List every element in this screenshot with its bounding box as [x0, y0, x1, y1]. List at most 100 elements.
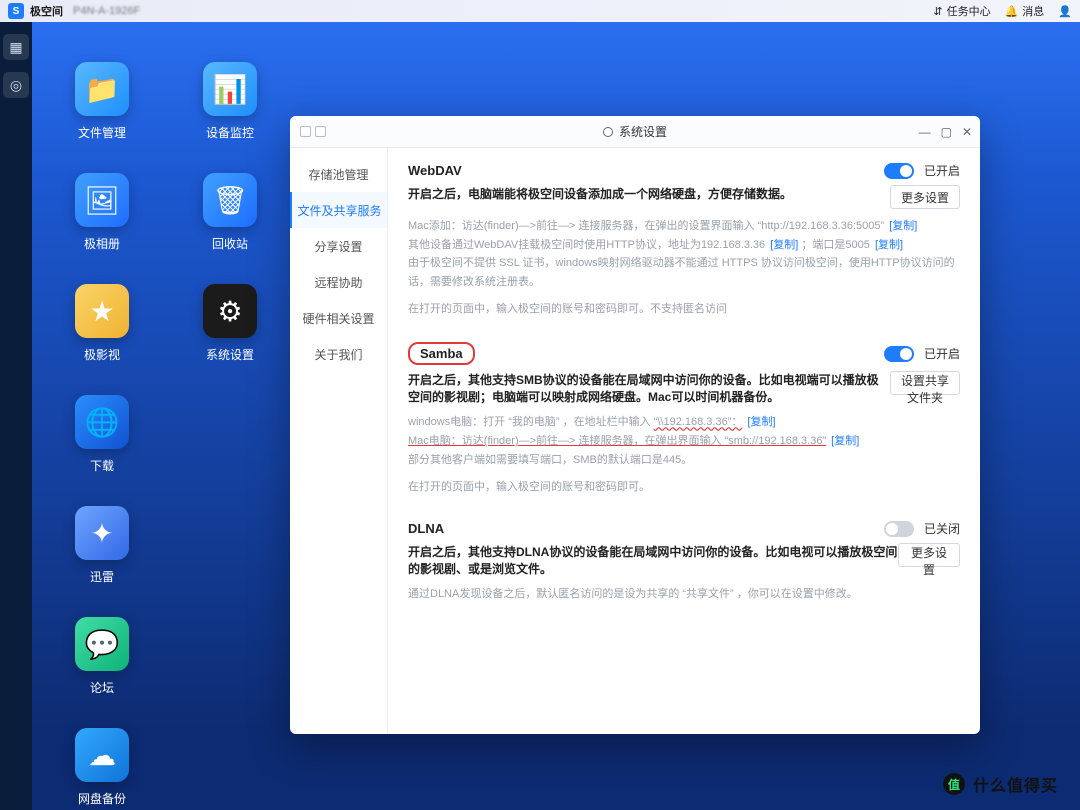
samba-state: 已开启: [924, 345, 960, 362]
side-share[interactable]: 文件及共享服务: [290, 192, 387, 228]
samba-help2-addr: “smb://192.168.3.36”: [725, 435, 827, 447]
samba-help1-copy[interactable]: [复制]: [747, 416, 775, 428]
avatar-icon: 👤: [1058, 5, 1072, 18]
watermark-text: 什么值得买: [973, 772, 1058, 796]
brand-name: 极空间: [30, 3, 63, 19]
file-manager-icon[interactable]: 📁 文件管理: [75, 62, 129, 141]
window-title: 系统设置: [290, 123, 980, 140]
samba-help1-addr: “\\192.168.3.36”：: [654, 416, 743, 428]
settings-content: WebDAV 已开启 开启之后，电脑端能将极空间设备添加成一个网络硬盘，方便存储…: [388, 148, 980, 734]
webdav-help1: Mac添加：访达(finder)—>前往—> 连接服务器，在弹出的设置界面输入 …: [408, 220, 887, 232]
forum-icon-label: 论坛: [90, 679, 114, 696]
webdav-help2-copy2[interactable]: [复制]: [875, 239, 903, 251]
cloud-backup-icon-label: 网盘备份: [78, 790, 126, 807]
thunder-icon-glyph: ✦: [75, 506, 129, 560]
download-icon-glyph: 🌐: [75, 395, 129, 449]
settings-sidebar: 存储池管理文件及共享服务分享设置远程协助硬件相关设置关于我们: [290, 148, 388, 734]
album-icon[interactable]: 🖼 极相册: [75, 173, 129, 252]
webdav-toggle[interactable]: [884, 163, 914, 179]
window-title-gear-icon: [603, 127, 613, 137]
system-settings-window: 系统设置 — ▢ ✕ 存储池管理文件及共享服务分享设置远程协助硬件相关设置关于我…: [290, 116, 980, 734]
dock-apps-icon[interactable]: ▦: [3, 34, 29, 60]
samba-title: Samba: [408, 342, 475, 365]
samba-help2-copy[interactable]: [复制]: [831, 435, 859, 447]
samba-more-button[interactable]: 设置共享文件夹: [890, 371, 960, 395]
dlna-state: 已关闭: [924, 520, 960, 537]
window-forward-button[interactable]: [315, 126, 326, 137]
side-about[interactable]: 关于我们: [290, 336, 387, 372]
dlna-title: DLNA: [408, 521, 444, 536]
webdav-help4: 在打开的页面中，输入极空间的账号和密码即可。不支持匿名访问: [408, 300, 960, 319]
webdav-state: 已开启: [924, 162, 960, 179]
monitor-icon-label: 设备监控: [206, 124, 254, 141]
forum-icon[interactable]: 💬 论坛: [75, 617, 129, 696]
album-icon-label: 极相册: [84, 235, 120, 252]
cloud-backup-icon[interactable]: ☁ 网盘备份: [75, 728, 129, 807]
download-icon-label: 下载: [90, 457, 114, 474]
webdav-desc: 开启之后，电脑端能将极空间设备添加成一个网络硬盘，方便存储数据。: [408, 185, 792, 202]
window-titlebar[interactable]: 系统设置 — ▢ ✕: [290, 116, 980, 148]
side-storage[interactable]: 存储池管理: [290, 156, 387, 192]
dlna-desc: 开启之后，其他支持DLNA协议的设备能在局域网中访问你的设备。比如电视可以播放极…: [408, 543, 898, 577]
file-manager-icon-glyph: 📁: [75, 62, 129, 116]
video-icon-glyph: ★: [75, 284, 129, 338]
window-title-text: 系统设置: [619, 123, 667, 140]
watermark-badge-icon: 值: [943, 773, 965, 795]
file-manager-icon-label: 文件管理: [78, 124, 126, 141]
samba-help3: 部分其他客户端如需要填写端口，SMB的默认端口是445。: [408, 451, 960, 470]
dlna-more-button[interactable]: 更多设置: [898, 543, 960, 567]
device-id: P4N-A-1926F: [73, 5, 140, 17]
settings-icon-label: 系统设置: [206, 346, 254, 363]
brand-logo-icon: S: [8, 3, 24, 19]
webdav-more-button[interactable]: 更多设置: [890, 185, 960, 209]
section-dlna: DLNA 已关闭 开启之后，其他支持DLNA协议的设备能在局域网中访问你的设备。…: [408, 520, 960, 604]
side-remote[interactable]: 远程协助: [290, 264, 387, 300]
webdav-help1-copy[interactable]: [复制]: [889, 220, 917, 232]
samba-toggle[interactable]: [884, 346, 914, 362]
section-samba: Samba 已开启 开启之后，其他支持SMB协议的设备能在局域网中访问你的设备。…: [408, 342, 960, 496]
task-center-button[interactable]: ⇵ 任务中心: [933, 3, 990, 19]
forum-icon-glyph: 💬: [75, 617, 129, 671]
samba-help4: 在打开的页面中，输入极空间的账号和密码即可。: [408, 478, 960, 497]
video-icon[interactable]: ★ 极影视: [75, 284, 129, 363]
settings-icon-glyph: ⚙: [203, 284, 257, 338]
video-icon-label: 极影视: [84, 346, 120, 363]
watermark: 值 什么值得买: [943, 772, 1058, 796]
webdav-title: WebDAV: [408, 163, 462, 178]
task-icon: ⇵: [933, 5, 942, 18]
webdav-help2-post: ；端口是5005: [801, 239, 869, 251]
download-icon[interactable]: 🌐 下载: [75, 395, 129, 474]
dlna-toggle[interactable]: [884, 521, 914, 537]
samba-desc: 开启之后，其他支持SMB协议的设备能在局域网中访问你的设备。比如电视端可以播放极…: [408, 371, 890, 405]
side-hardware[interactable]: 硬件相关设置: [290, 300, 387, 336]
samba-help1-pre: windows电脑：打开 “我的电脑” ，在地址栏中输入: [408, 416, 651, 428]
monitor-icon-glyph: 📊: [203, 62, 257, 116]
cloud-backup-icon-glyph: ☁: [75, 728, 129, 782]
dock-settings-icon[interactable]: ◎: [3, 72, 29, 98]
thunder-icon-label: 迅雷: [90, 568, 114, 585]
bell-icon: 🔔: [1005, 5, 1019, 18]
webdav-help2: 其他设备通过WebDAV挂载极空间时使用HTTP协议，地址为192.168.3.…: [408, 239, 765, 251]
user-avatar[interactable]: 👤: [1058, 5, 1072, 18]
section-webdav: WebDAV 已开启 开启之后，电脑端能将极空间设备添加成一个网络硬盘，方便存储…: [408, 162, 960, 318]
top-bar: S 极空间 P4N-A-1926F ⇵ 任务中心 🔔 消息 👤: [0, 0, 1080, 22]
window-minimize-button[interactable]: —: [919, 125, 931, 139]
thunder-icon[interactable]: ✦ 迅雷: [75, 506, 129, 585]
window-close-button[interactable]: ✕: [962, 125, 972, 139]
webdav-help2-copy1[interactable]: [复制]: [770, 239, 798, 251]
messages-button[interactable]: 🔔 消息: [1005, 3, 1045, 19]
webdav-help3: 由于极空间不提供 SSL 证书，windows映射网络驱动器不能通过 HTTPS…: [408, 254, 960, 291]
trash-icon[interactable]: 🗑 回收站: [203, 173, 257, 252]
monitor-icon[interactable]: 📊 设备监控: [203, 62, 257, 141]
samba-help2-pre: Mac电脑：访达(finder)—>前往—> 连接服务器，在弹出界面输入: [408, 435, 725, 447]
messages-label: 消息: [1022, 3, 1044, 19]
trash-icon-label: 回收站: [212, 235, 248, 252]
window-back-button[interactable]: [300, 126, 311, 137]
window-maximize-button[interactable]: ▢: [941, 125, 952, 139]
dlna-help1: 通过DLNA发现设备之后，默认匿名访问的是设为共享的 “共享文件” ，你可以在设…: [408, 585, 960, 604]
task-center-label: 任务中心: [947, 3, 991, 19]
settings-icon[interactable]: ⚙ 系统设置: [203, 284, 257, 363]
trash-icon-glyph: 🗑: [203, 173, 257, 227]
album-icon-glyph: 🖼: [75, 173, 129, 227]
side-share-settings[interactable]: 分享设置: [290, 228, 387, 264]
